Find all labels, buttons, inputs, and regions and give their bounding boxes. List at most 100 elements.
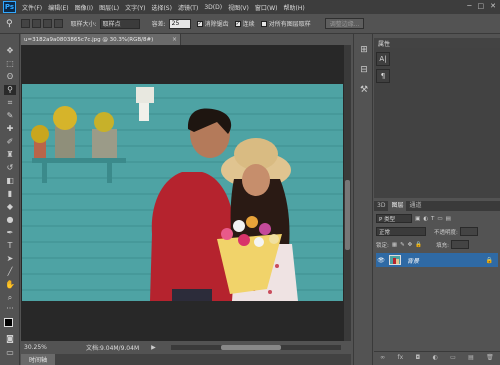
lock-paint-icon[interactable]: ✎: [400, 242, 405, 248]
lock-transparent-icon[interactable]: ▦: [392, 242, 397, 248]
layer-thumbnail: [389, 255, 401, 265]
actions-panel-icon[interactable]: ⊟: [358, 64, 370, 76]
menu-file[interactable]: 文件(F): [22, 3, 42, 12]
menu-view[interactable]: 视图(V): [228, 3, 249, 12]
layer-kind-filter[interactable]: P 类型: [376, 214, 412, 223]
close-icon[interactable]: ✕: [490, 2, 496, 10]
lock-row: 锁定: ▦ ✎ ✥ 🔒 填充:: [376, 239, 498, 250]
brush-tool-icon[interactable]: ✐: [4, 137, 16, 147]
opacity-input[interactable]: [459, 227, 478, 236]
clone-stamp-tool-icon[interactable]: ♜: [4, 150, 16, 160]
shape-tool-icon[interactable]: ╱: [4, 267, 16, 277]
history-brush-tool-icon[interactable]: ↺: [4, 163, 16, 173]
link-layers-icon[interactable]: ∞: [380, 354, 385, 361]
eyedropper-tool-icon[interactable]: ✎: [4, 111, 16, 121]
pen-tool-icon[interactable]: ✒: [4, 228, 16, 238]
new-group-icon[interactable]: ▭: [450, 354, 456, 361]
properties-panel-header: 属性: [374, 38, 500, 48]
sample-size-select[interactable]: 取样点: [99, 18, 140, 29]
timeline-tab[interactable]: 时间轴: [21, 354, 55, 365]
hand-tool-icon[interactable]: ✋: [4, 280, 16, 290]
menu-filter[interactable]: 滤镜(T): [178, 3, 198, 12]
move-tool-icon[interactable]: ✥: [4, 46, 16, 56]
crop-tool-icon[interactable]: ⌗: [4, 98, 16, 108]
new-selection-icon[interactable]: [20, 19, 30, 28]
lasso-tool-icon[interactable]: ʘ: [4, 72, 16, 82]
gradient-tool-icon[interactable]: ▮: [4, 189, 16, 199]
collapsed-panel-column: ⊞ ⊟ ⚒: [353, 34, 373, 365]
menu-window[interactable]: 窗口(W): [255, 3, 278, 12]
tab-channels[interactable]: 通道: [406, 201, 424, 211]
layer-style-icon[interactable]: fx: [397, 354, 403, 361]
menu-layer[interactable]: 图层(L): [99, 3, 119, 12]
menu-select[interactable]: 选择(S): [151, 3, 172, 12]
refine-edge-button[interactable]: 调整边缘...: [324, 18, 365, 29]
subtract-selection-icon[interactable]: [42, 19, 52, 28]
magic-wand-tool-icon[interactable]: ⚲: [6, 19, 13, 29]
paragraph-panel-icon[interactable]: ¶: [376, 69, 390, 83]
new-layer-icon[interactable]: ▤: [468, 354, 474, 361]
quick-mask-icon[interactable]: ◙: [4, 334, 16, 344]
contiguous-checkbox[interactable]: ✓: [234, 20, 241, 27]
menu-edit[interactable]: 编辑(E): [48, 3, 68, 12]
menu-bar: Ps 文件(F) 编辑(E) 图像(I) 图层(L) 文字(Y) 选择(S) 滤…: [0, 0, 500, 14]
properties-tab[interactable]: 属性: [378, 39, 390, 48]
zoom-level[interactable]: 30.25%: [24, 344, 52, 351]
filter-pixel-icon[interactable]: ▣: [415, 216, 420, 222]
history-panel-icon[interactable]: ⊞: [358, 44, 370, 56]
foreground-color-swatch[interactable]: [4, 318, 13, 327]
marquee-tool-icon[interactable]: ⬚: [4, 59, 16, 69]
type-tool-icon[interactable]: T: [4, 241, 16, 251]
lock-all-icon[interactable]: 🔒: [415, 242, 422, 248]
layer-lock-icon[interactable]: 🔒: [486, 257, 493, 264]
zoom-tool-icon[interactable]: ⌕: [4, 293, 16, 303]
delete-layer-icon[interactable]: 🗑: [486, 354, 494, 361]
maximize-icon[interactable]: □: [478, 2, 485, 10]
menu-image[interactable]: 图像(I): [75, 3, 93, 12]
tool-presets-icon[interactable]: ⚒: [358, 84, 370, 96]
layer-name[interactable]: 背景: [407, 256, 419, 265]
layers-footer: ∞ fx ◘ ◐ ▭ ▤ 🗑: [374, 351, 500, 363]
lock-move-icon[interactable]: ✥: [408, 242, 413, 248]
vertical-scroll-thumb[interactable]: [345, 180, 350, 250]
add-mask-icon[interactable]: ◘: [415, 354, 420, 361]
eraser-tool-icon[interactable]: ◧: [4, 176, 16, 186]
tab-3d[interactable]: 3D: [374, 201, 388, 211]
menu-3d[interactable]: 3D(D): [204, 4, 222, 11]
filter-shape-icon[interactable]: ▭: [437, 216, 442, 222]
all-layers-label: 对所有图层取样: [268, 21, 311, 28]
adjustment-layer-icon[interactable]: ◐: [433, 354, 438, 361]
tolerance-input[interactable]: 25: [168, 18, 191, 29]
path-selection-tool-icon[interactable]: ➤: [4, 254, 16, 264]
dodge-tool-icon[interactable]: ●: [4, 215, 16, 225]
play-icon[interactable]: ▶: [151, 344, 156, 351]
tools-panel: ✥ ⬚ ʘ ⚲ ⌗ ✎ ✚ ✐ ♜ ↺ ◧ ▮ ◆ ● ✒ T ➤ ╱ ✋ ⌕ …: [0, 34, 20, 365]
minimize-icon[interactable]: ─: [467, 2, 471, 10]
menu-type[interactable]: 文字(Y): [125, 3, 145, 12]
more-tools-icon[interactable]: ···: [4, 304, 16, 314]
layers-tab-bar: 3D 图层 通道: [374, 201, 500, 211]
document-image[interactable]: [22, 84, 343, 301]
filter-adjustment-icon[interactable]: ◐: [423, 216, 428, 222]
document-tab[interactable]: u=3182a9a0803865c7c.jpg @ 30.3%(RGB/8#) …: [21, 34, 181, 45]
close-icon[interactable]: ×: [172, 36, 177, 43]
layer-row-background[interactable]: 👁 背景 🔒: [376, 253, 498, 267]
visibility-eye-icon[interactable]: 👁: [376, 257, 386, 264]
menu-help[interactable]: 帮助(H): [284, 3, 305, 12]
antialias-checkbox[interactable]: ✓: [196, 20, 203, 27]
add-selection-icon[interactable]: [31, 19, 41, 28]
fill-input[interactable]: [451, 240, 469, 249]
blend-mode-select[interactable]: 正常: [376, 227, 426, 236]
all-layers-checkbox[interactable]: [260, 20, 267, 27]
layers-panel: P 类型 ▣ ◐ T ▭ ▤ 正常 不透明度: 锁定: ▦ ✎ ✥ 🔒 填充:: [374, 211, 500, 361]
intersect-selection-icon[interactable]: [53, 19, 63, 28]
filter-type-icon[interactable]: T: [431, 216, 434, 222]
healing-brush-tool-icon[interactable]: ✚: [4, 124, 16, 134]
filter-smart-icon[interactable]: ▤: [446, 216, 451, 222]
blur-tool-icon[interactable]: ◆: [4, 202, 16, 212]
horizontal-scroll-thumb[interactable]: [221, 345, 281, 350]
magic-wand-tool-icon[interactable]: ⚲: [4, 85, 16, 95]
screen-mode-icon[interactable]: ▭: [4, 348, 16, 358]
tab-layers[interactable]: 图层: [388, 201, 407, 211]
character-panel-icon[interactable]: A|: [376, 52, 390, 66]
